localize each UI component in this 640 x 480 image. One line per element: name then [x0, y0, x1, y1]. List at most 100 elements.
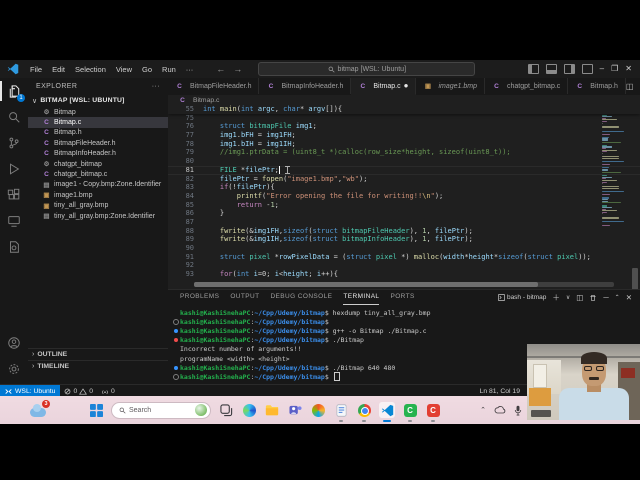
editor-tab[interactable]: C BitmapInfoHeader.h [259, 78, 352, 94]
terminal-instance-label[interactable]: bash - bitmap [497, 294, 546, 301]
camtasia-icon[interactable]: C [402, 402, 418, 422]
split-editor-icon[interactable]: ◫ [626, 82, 634, 91]
command-center-search[interactable]: bitmap [WSL: Ubuntu] [258, 62, 476, 76]
code-line[interactable]: 87 [168, 218, 640, 227]
code-line[interactable]: 89 fwrite (& img1IH, sizeof(struct bitmapIn… [168, 235, 640, 244]
panel-tab-terminal[interactable]: TERMINAL [343, 290, 380, 305]
explorer-item[interactable]: C BitmapInfoHeader.h [28, 149, 168, 159]
minimize-panel-icon[interactable]: ─ [603, 293, 608, 302]
editor-tab[interactable]: C BitmapFileHeader.h [168, 78, 260, 94]
explorer-item[interactable]: C Bitmap.h [28, 128, 168, 138]
toggle-secondary-sidebar-icon[interactable] [563, 64, 575, 74]
menu-selection[interactable]: Selection [70, 65, 111, 74]
activity-wsl-targets-icon[interactable] [0, 234, 28, 260]
editor-tab[interactable]: C Bitmap.c ● [351, 78, 417, 95]
code-line[interactable]: 86 } [168, 209, 640, 218]
vscode-taskbar-icon[interactable] [379, 402, 395, 422]
breadcrumb[interactable]: C Bitmap.c [168, 95, 640, 105]
explorer-item[interactable]: ⚙ chatgpt_bitmap [28, 159, 168, 169]
explorer-item[interactable]: ▤ tiny_all_gray.bmp:Zone.Identifier [28, 211, 168, 221]
code-line[interactable]: 78 img1. bIH = img1IH; [168, 140, 640, 149]
recorder-icon[interactable]: C [425, 402, 441, 422]
customize-layout-icon[interactable] [581, 64, 593, 74]
code-line[interactable]: 75 [168, 114, 640, 123]
code-line[interactable]: 83 if (! filePtr){ [168, 183, 640, 192]
copilot-icon[interactable] [310, 402, 326, 418]
maximize-panel-icon[interactable]: ⌃ [615, 294, 620, 301]
toggle-panel-icon[interactable] [545, 64, 557, 74]
menu-edit[interactable]: Edit [47, 65, 70, 74]
editor-vertical-scrollbar[interactable] [632, 268, 638, 289]
code-line[interactable]: 93 for(int i =0; i < height; i ++){ [168, 270, 640, 279]
edge-icon[interactable] [241, 402, 257, 418]
window-close-button[interactable]: ✕ [625, 65, 632, 73]
panel-tab-ports[interactable]: PORTS [390, 290, 414, 304]
code-line[interactable]: 85 return -1; [168, 201, 640, 210]
widgets-weather-icon[interactable]: 3 [30, 400, 50, 420]
problems-indicator[interactable]: 0 0 [60, 388, 97, 395]
code-line[interactable]: 84 printf("Error opening the file for wr… [168, 192, 640, 201]
explorer-item[interactable]: Cchatgpt_bitmap.c [28, 169, 168, 179]
panel-tab-debug-console[interactable]: DEBUG CONSOLE [270, 290, 332, 304]
chrome-icon[interactable] [356, 402, 372, 422]
explorer-item[interactable]: C BitmapFileHeader.h [28, 138, 168, 148]
split-terminal-icon[interactable]: ◫ [576, 293, 583, 302]
explorer-item[interactable]: ⚙ Bitmap [28, 107, 168, 117]
activity-explorer-icon[interactable]: 1 [0, 78, 28, 104]
code-line[interactable]: 92 [168, 261, 640, 270]
task-view-icon[interactable] [218, 402, 234, 418]
menu-go[interactable]: Go [137, 65, 157, 74]
sticky-scroll-line[interactable]: 55 int main(int argc, char * argv[]){ [168, 105, 640, 114]
code-line[interactable]: 76 struct bitmapFile img1; [168, 122, 640, 131]
code-line[interactable]: 81 FILE * filePtr; [168, 165, 640, 175]
modified-dot-icon[interactable]: ● [404, 82, 409, 90]
settings-gear-icon[interactable] [0, 356, 28, 382]
ports-indicator[interactable]: 0 [97, 388, 119, 395]
microphone-icon[interactable] [514, 405, 522, 416]
editor-horizontal-scrollbar[interactable] [194, 282, 614, 287]
code-line[interactable]: 88 fwrite (& img1FH, sizeof(struct bitmapFi… [168, 227, 640, 236]
toggle-sidebar-icon[interactable] [527, 64, 539, 74]
window-restore-button[interactable]: ❐ [611, 65, 618, 73]
onedrive-icon[interactable] [494, 406, 506, 414]
explorer-item[interactable]: ▣ tiny_all_gray.bmp [28, 201, 168, 211]
teams-icon[interactable] [287, 402, 303, 418]
explorer-item[interactable]: ▣ image1.bmp [28, 190, 168, 200]
workspace-section-header[interactable]: ∨ BITMAP [WSL: UBUNTU] [28, 94, 168, 107]
close-panel-icon[interactable]: ✕ [626, 293, 632, 302]
window-minimize-button[interactable]: – [600, 65, 604, 73]
menu-view[interactable]: View [111, 65, 137, 74]
outline-section[interactable]: › OUTLINE [28, 348, 168, 360]
taskbar-search[interactable]: Search [111, 401, 211, 419]
code-line[interactable]: 91 struct pixel * rowPixelData = (struct … [168, 253, 640, 262]
panel-tab-problems[interactable]: PROBLEMS [180, 290, 219, 304]
editor-tab[interactable]: C Bitmap.h [568, 78, 626, 94]
code-line[interactable]: 55 int main(int argc, char * argv[]){ [168, 105, 640, 114]
show-hidden-icons[interactable]: ⌃ [480, 406, 486, 414]
accounts-icon[interactable] [0, 330, 28, 356]
file-explorer-icon[interactable] [264, 402, 280, 418]
explorer-item[interactable]: C Bitmap.c [28, 117, 168, 128]
nav-forward-icon[interactable]: → [229, 64, 246, 74]
timeline-section[interactable]: › TIMELINE [28, 360, 168, 372]
notepad-icon[interactable] [333, 402, 349, 422]
panel-tab-output[interactable]: OUTPUT [230, 290, 259, 304]
activity-source-control-icon[interactable] [0, 130, 28, 156]
menu-run[interactable]: Run [157, 65, 181, 74]
code-line[interactable]: 90 [168, 244, 640, 253]
editor-tab[interactable]: Cchatgpt_bitmap.c [484, 78, 569, 94]
start-button[interactable] [88, 402, 104, 418]
activity-remote-explorer-icon[interactable] [0, 208, 28, 234]
nav-back-icon[interactable]: ← [212, 64, 229, 74]
code-line[interactable]: 77 img1. bFH = img1FH; [168, 131, 640, 140]
explorer-item[interactable]: ▤ image1 - Copy.bmp:Zone.Identifier [28, 180, 168, 190]
terminal-dropdown-icon[interactable]: ∨ [566, 294, 570, 301]
explorer-actions-icon[interactable]: ··· [152, 83, 160, 90]
code-editor[interactable]: 55 int main(int argc, char * argv[]){ 75 76… [168, 105, 640, 289]
activity-extensions-icon[interactable] [0, 182, 28, 208]
editor-tab[interactable]: ▣ image1.bmp [416, 78, 485, 94]
minimap[interactable] [602, 105, 626, 237]
menu-overflow[interactable]: ··· [181, 65, 199, 74]
kill-terminal-icon[interactable] [589, 294, 597, 302]
new-terminal-icon[interactable]: ＋ [552, 292, 560, 303]
